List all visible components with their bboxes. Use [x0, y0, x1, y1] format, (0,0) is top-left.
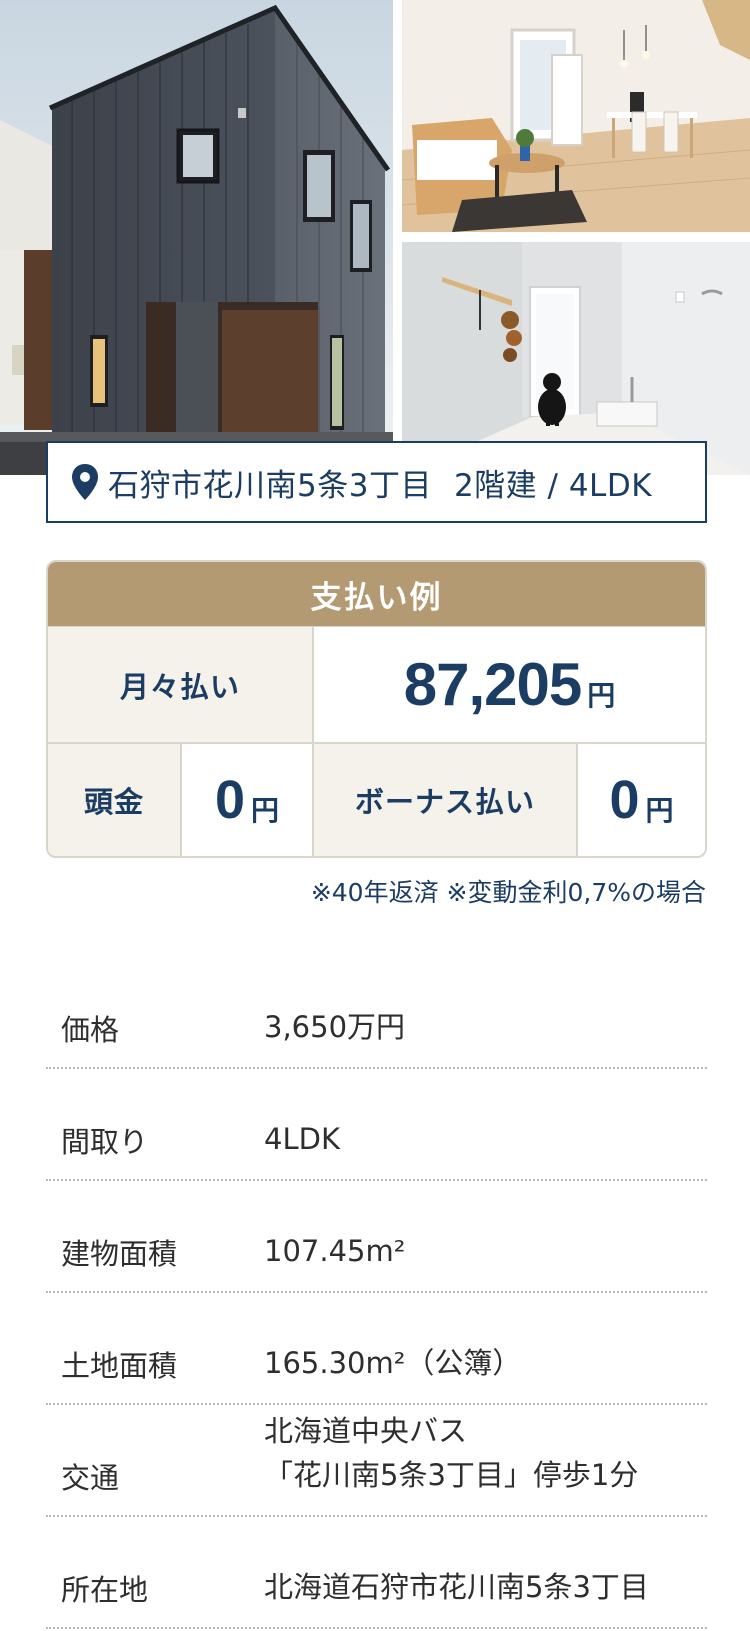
down-bonus-row: 頭金 0 円 ボーナス払い 0 円 — [48, 742, 705, 856]
map-pin-icon — [72, 464, 98, 500]
spec-value: 165.30m²（公簿） — [264, 1346, 522, 1380]
spec-value: 107.45m² — [264, 1234, 406, 1268]
monthly-label: 月々払い — [48, 627, 312, 742]
monthly-payment-row: 月々払い 87,205 円 — [48, 626, 705, 742]
bonus-payment-unit: 円 — [645, 794, 674, 827]
spec-value: 3,650万円 — [264, 1010, 406, 1044]
monthly-value: 87,205 — [403, 651, 583, 718]
access-line-1: 北海道中央バス — [264, 1414, 468, 1448]
location-bar: 石狩市花川南5条3丁目 2階建 / 4LDK — [46, 441, 707, 523]
spec-value: 北海道石狩市花川南5条3丁目 — [264, 1570, 649, 1604]
spec-label: 所在地 — [61, 1573, 149, 1607]
spec-label: 土地面積 — [61, 1349, 178, 1383]
spec-row-building-area: 建物面積 107.45m² — [46, 1181, 707, 1293]
bonus-payment-value: 0 — [609, 770, 640, 830]
location-address: 石狩市花川南5条3丁目 — [108, 467, 432, 504]
spec-row-access: 交通 北海道中央バス 「花川南5条3丁目」停歩1分 — [46, 1405, 707, 1517]
down-payment-unit: 円 — [251, 794, 280, 827]
spec-value: 4LDK — [264, 1122, 340, 1156]
bonus-payment-label: ボーナス払い — [312, 744, 576, 856]
spec-row-layout: 間取り 4LDK — [46, 1069, 707, 1181]
exterior-photo[interactable] — [0, 0, 393, 475]
down-payment-value: 0 — [214, 770, 246, 830]
monthly-amount: 87,205 円 — [312, 627, 705, 742]
spec-value-access: 北海道中央バス 「花川南5条3丁目」停歩1分 — [264, 1409, 638, 1497]
down-payment-amount: 0 円 — [180, 744, 312, 856]
spec-row-land-area: 土地面積 165.30m²（公簿） — [46, 1293, 707, 1405]
down-payment-label: 頭金 — [48, 744, 180, 856]
payment-title: 支払い例 — [48, 562, 705, 626]
access-line-2: 「花川南5条3丁目」停歩1分 — [264, 1458, 639, 1492]
photo-gallery — [0, 0, 750, 475]
spec-label: 価格 — [61, 1013, 120, 1047]
location-summary: 2階建 / 4LDK — [453, 467, 653, 504]
living-room-photo[interactable] — [402, 0, 750, 232]
spec-label: 間取り — [61, 1125, 149, 1159]
spec-row-address: 所在地 北海道石狩市花川南5条3丁目 — [46, 1517, 707, 1629]
spec-label: 建物面積 — [61, 1237, 178, 1271]
monthly-unit: 円 — [587, 678, 616, 712]
payment-example-table: 支払い例 月々払い 87,205 円 頭金 0 円 ボーナス払い 0 円 — [46, 560, 707, 858]
bonus-payment-amount: 0 円 — [576, 744, 705, 856]
payment-note: ※40年返済 ※変動金利0,7%の場合 — [310, 878, 706, 907]
spec-row-price: 価格 3,650万円 — [46, 985, 707, 1069]
spec-label: 交通 — [61, 1461, 120, 1495]
